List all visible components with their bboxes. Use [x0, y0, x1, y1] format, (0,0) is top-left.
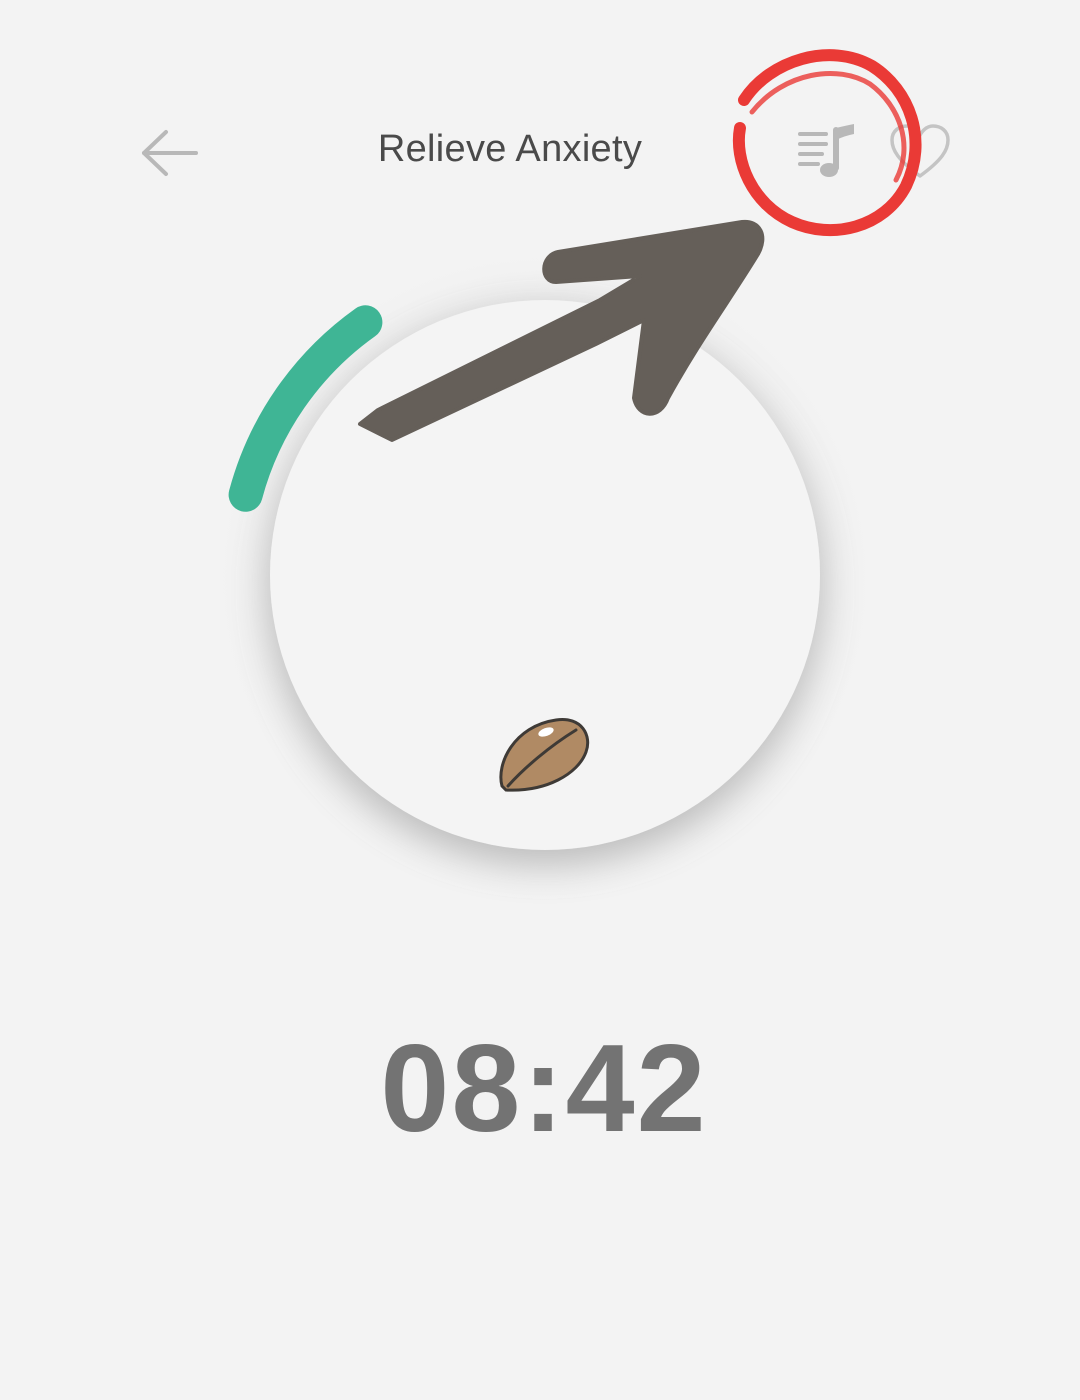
- timer-readout: 08:42: [380, 1020, 708, 1158]
- meditation-timer-screen: Relieve Anxiety 08:42: [0, 0, 1080, 1400]
- timer-dial: [215, 250, 875, 910]
- seed-icon: [499, 718, 590, 792]
